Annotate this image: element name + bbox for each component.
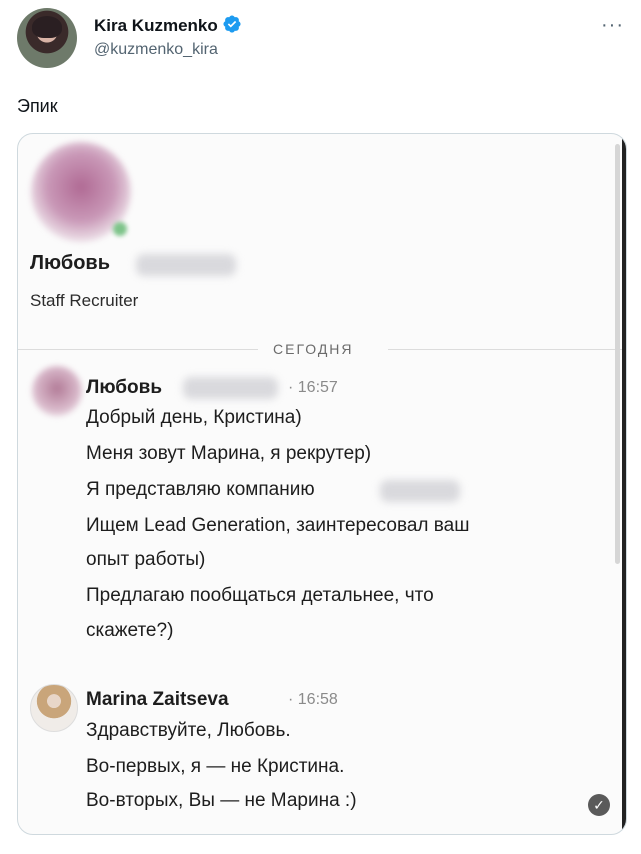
message-line: Ищем Lead Generation, заинтересовал ваш (86, 515, 470, 536)
message-line: Меня зовут Марина, я рекрутер) (86, 443, 372, 464)
author-name-row[interactable]: Kira Kuzmenko (94, 14, 242, 36)
message-line: опыт работы) (86, 549, 206, 570)
tweet-text: Эпик (17, 96, 58, 116)
online-status-icon (113, 222, 127, 236)
redacted-surname (136, 254, 236, 276)
author-name[interactable]: Kira Kuzmenko (94, 16, 218, 35)
message-line: Здравствуйте, Любовь. (86, 720, 291, 741)
scrollbar[interactable] (615, 144, 620, 564)
message-line: Во-вторых, Вы — не Марина :) (86, 790, 357, 811)
message-line: Я представляю компанию (86, 479, 315, 500)
message-line: Добрый день, Кристина) (86, 407, 302, 428)
tweet-media-card[interactable]: Любовь Staff Recruiter СЕГОДНЯ Любовь · … (17, 133, 627, 835)
divider (388, 349, 626, 350)
profile-title: Staff Recruiter (30, 291, 139, 310)
message-line: Предлагаю пообщаться детальнее, что (86, 585, 434, 606)
message-sender: Marina Zaitseva (86, 689, 229, 710)
sender-avatar (32, 366, 82, 416)
tweet-header: Kira Kuzmenko @kuzmenko_kira ··· (0, 0, 641, 80)
card-edge (622, 134, 626, 834)
message-time: · 16:57 (288, 379, 338, 396)
divider (18, 349, 258, 350)
read-receipt-icon: ✓ (588, 794, 610, 816)
message-line: скажете?) (86, 620, 174, 641)
verified-badge-icon (223, 15, 241, 33)
author-handle[interactable]: @kuzmenko_kira (94, 41, 218, 59)
profile-name: Любовь (30, 252, 111, 274)
message-line: Во-первых, я — не Кристина. (86, 756, 345, 777)
more-options-icon[interactable]: ··· (601, 14, 624, 37)
message-sender: Любовь (86, 377, 163, 398)
redacted-company (380, 480, 460, 502)
sender-avatar (30, 684, 78, 732)
day-separator: СЕГОДНЯ (273, 341, 354, 357)
redacted-surname (183, 377, 278, 399)
message-time: · 16:58 (288, 691, 338, 708)
author-avatar[interactable] (17, 8, 77, 68)
